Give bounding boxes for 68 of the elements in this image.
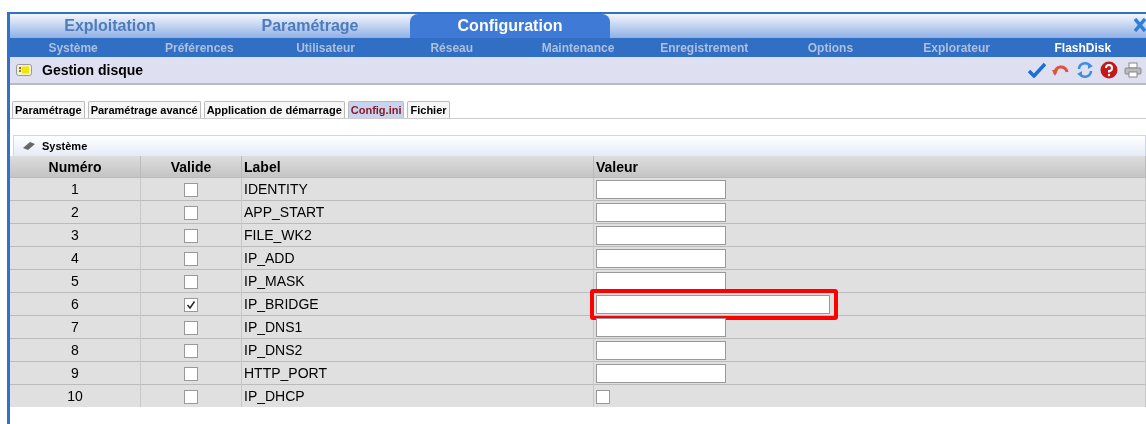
column-header: Valide <box>140 156 242 178</box>
nav-item[interactable]: Utilisateur <box>262 40 389 55</box>
value-field[interactable] <box>596 225 726 245</box>
nav-item[interactable]: Explorateur <box>893 40 1020 55</box>
value-field[interactable] <box>596 248 726 268</box>
print-icon[interactable] <box>1124 62 1142 78</box>
main-tab[interactable]: Configuration <box>410 14 610 38</box>
sub-tab[interactable]: Paramétrage <box>12 101 85 118</box>
label-cell: IP_BRIDGE <box>241 292 594 316</box>
checkbox[interactable] <box>184 252 198 267</box>
undo-icon[interactable] <box>1052 62 1070 78</box>
nav-item[interactable]: Préférences <box>136 40 263 55</box>
nav-item[interactable]: Maintenance <box>514 40 642 55</box>
nav-item[interactable]: Options <box>767 40 894 55</box>
checkbox[interactable] <box>184 298 198 313</box>
section-title: Système <box>42 140 88 152</box>
checkbox[interactable] <box>184 275 198 290</box>
number-cell: 7 <box>10 315 141 339</box>
number-cell: 10 <box>10 384 141 407</box>
label-cell: IP_DHCP <box>241 384 594 407</box>
sub-tab[interactable]: Paramétrage avancé <box>87 101 201 118</box>
label-cell: IP_DNS1 <box>241 315 594 339</box>
close-icon[interactable] <box>1134 18 1146 32</box>
label-cell: IP_DNS2 <box>241 338 594 362</box>
page-title: Gestion disque <box>42 62 144 78</box>
column-header: Label <box>241 156 594 178</box>
main-tab[interactable]: Paramétrage <box>210 14 410 38</box>
checkmark-icon[interactable] <box>1028 62 1046 78</box>
checkbox[interactable] <box>184 321 198 336</box>
value-field[interactable] <box>596 294 830 314</box>
number-cell: 6 <box>10 292 141 316</box>
number-cell: 4 <box>10 246 141 270</box>
sub-tab[interactable]: Config.ini <box>347 101 405 118</box>
label-cell: HTTP_PORT <box>241 361 594 385</box>
label-cell: APP_START <box>241 200 594 224</box>
checkbox[interactable] <box>184 390 198 405</box>
value-field[interactable] <box>596 202 726 222</box>
value-checkbox[interactable] <box>596 390 610 405</box>
checkbox[interactable] <box>184 183 198 198</box>
column-header: Valeur <box>593 156 1146 178</box>
value-field[interactable] <box>596 363 726 383</box>
refresh-icon[interactable] <box>1076 61 1094 79</box>
label-cell: IP_MASK <box>241 269 594 293</box>
sub-tab[interactable]: Fichier <box>407 101 450 118</box>
number-cell: 5 <box>10 269 141 293</box>
sub-tab[interactable]: Application de démarrage <box>203 101 345 118</box>
number-cell: 9 <box>10 361 141 385</box>
label-cell: IDENTITY <box>241 177 594 201</box>
label-cell: IP_ADD <box>241 246 594 270</box>
eraser-icon <box>22 141 36 151</box>
help-icon[interactable] <box>1100 61 1118 79</box>
checkbox[interactable] <box>184 344 198 359</box>
checkbox[interactable] <box>184 229 198 244</box>
column-header: Numéro <box>10 156 141 178</box>
value-field[interactable] <box>596 179 726 199</box>
value-field[interactable] <box>596 340 726 360</box>
checkbox[interactable] <box>184 367 198 382</box>
label-cell: FILE_WK2 <box>241 223 594 247</box>
number-cell: 1 <box>10 177 141 201</box>
nav-item[interactable]: Enregistrement <box>641 40 768 55</box>
checkbox[interactable] <box>184 206 198 221</box>
number-cell: 8 <box>10 338 141 362</box>
nav-item[interactable]: Système <box>10 40 137 55</box>
number-cell: 3 <box>10 223 141 247</box>
nav-item[interactable]: Réseau <box>388 40 515 55</box>
number-cell: 2 <box>10 200 141 224</box>
nav-item[interactable]: FlashDisk <box>1019 40 1146 55</box>
main-tab[interactable]: Exploitation <box>10 14 210 38</box>
